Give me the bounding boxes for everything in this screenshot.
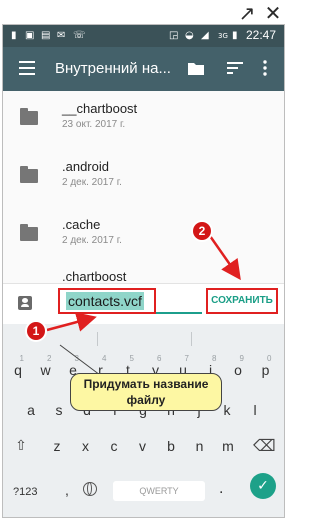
- step-badge-2: 2: [193, 222, 211, 240]
- callout-line-2: файлу: [126, 393, 166, 407]
- annotation-arrows: [46, 235, 241, 376]
- instruction-callout: Придумать название файлу: [70, 373, 222, 411]
- arrow-2: [208, 235, 241, 281]
- arrow-1: [46, 312, 97, 332]
- callout-pointer: [59, 344, 101, 376]
- step-badge-1: 1: [27, 322, 45, 340]
- callout-line-1: Придумать название: [83, 377, 209, 391]
